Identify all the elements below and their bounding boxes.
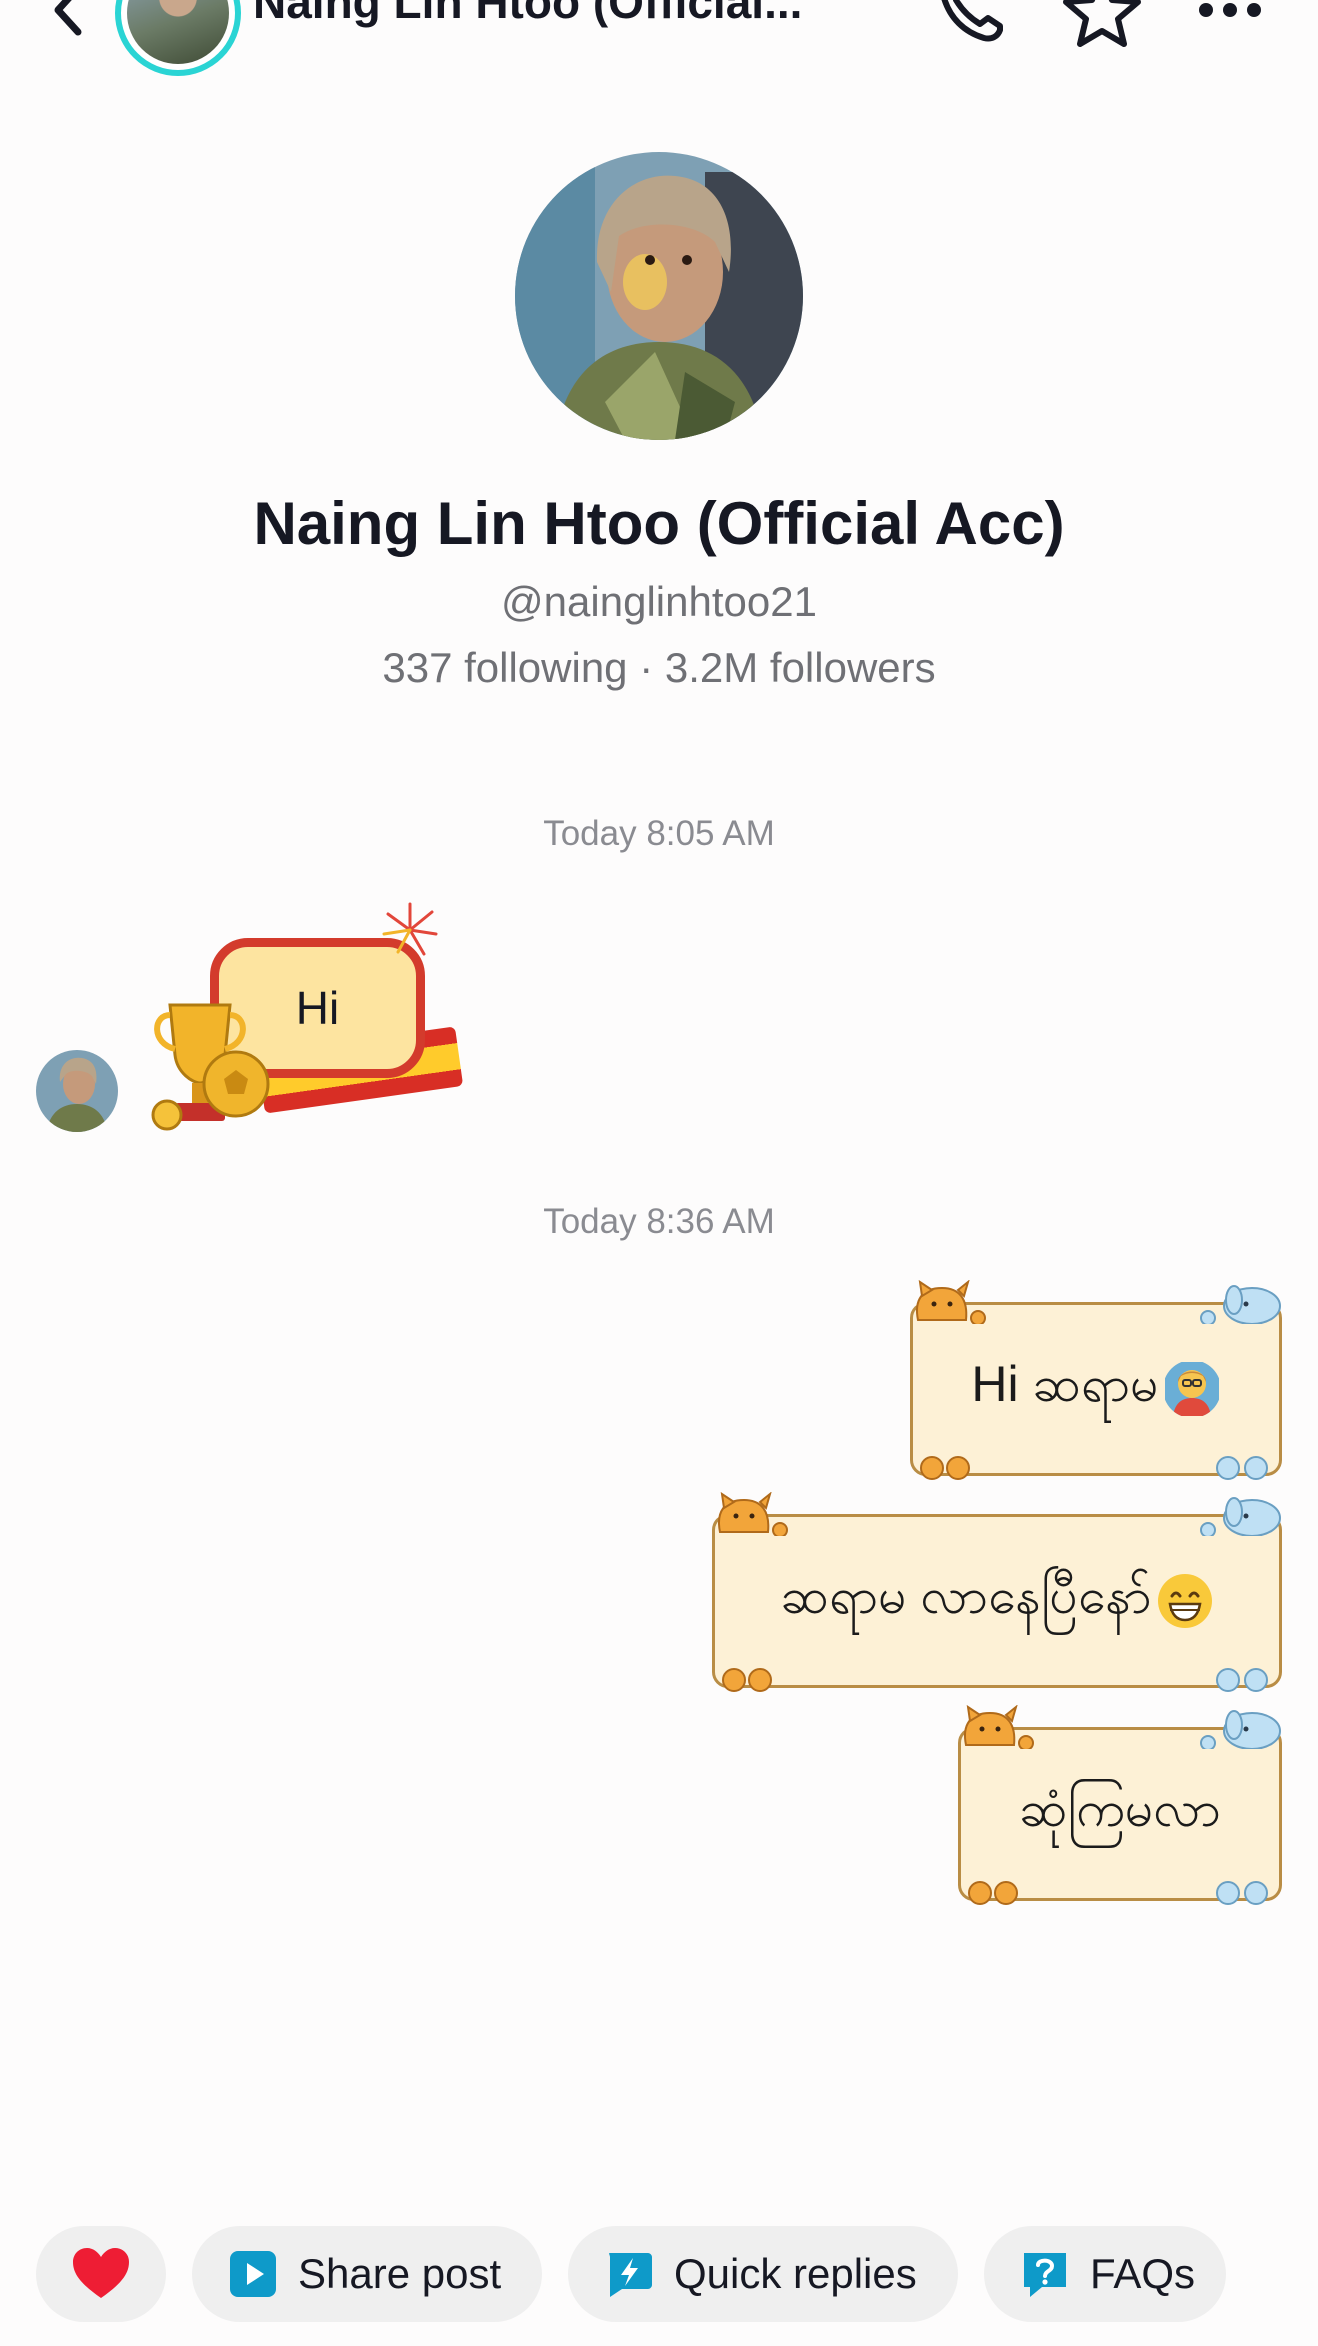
cat-icon	[964, 1705, 1034, 1749]
profile-handle: @nainglinhtoo21	[501, 578, 817, 625]
chat-header: Naing Lin Htoo (Official...	[0, 0, 1318, 80]
chevron-left-icon	[54, 0, 82, 36]
dog-icon	[1200, 1497, 1281, 1536]
share-post-button[interactable]: Share post	[192, 2226, 542, 2322]
back-button[interactable]	[40, 0, 100, 40]
quick-replies-label: Quick replies	[674, 2250, 917, 2297]
play-square-icon	[230, 2251, 276, 2297]
quick-action-bar: Share post Quick replies FAQs	[0, 2226, 1318, 2326]
cat-icon	[916, 1280, 986, 1324]
sender-avatar-image	[36, 1050, 118, 1132]
paw-icon	[968, 1881, 1018, 1905]
profile-photo[interactable]	[515, 152, 803, 440]
paw-icon	[920, 1456, 970, 1480]
cat-icon	[718, 1492, 788, 1536]
outgoing-sticker-message[interactable]: ဆရာမ လာနေပြီနော်	[712, 1492, 1282, 1692]
favorite-button[interactable]	[1062, 0, 1142, 50]
grinning-face-emoji-icon	[1157, 1574, 1212, 1628]
paw-icon	[1216, 1668, 1268, 1692]
phone-icon	[941, 0, 1003, 42]
profile-photo-image	[515, 152, 803, 440]
paw-icon	[1216, 1881, 1268, 1905]
message-text: Hi ဆရာမ	[971, 1355, 1159, 1412]
outgoing-sticker-message[interactable]: Hi ဆရာမ	[910, 1280, 1282, 1480]
soccer-ball-icon	[202, 1050, 270, 1118]
lightning-bubble-icon	[609, 2253, 652, 2297]
chat-screen: Naing Lin Htoo (Official... Naing Lin Ht…	[0, 0, 1318, 2346]
message-text: Hi	[295, 982, 340, 1034]
message-text: ဆရာမ လာနေပြီနော်	[780, 1567, 1152, 1624]
more-button[interactable]	[1190, 0, 1270, 50]
sticker-bubble: Hi ဆရာမ	[910, 1302, 1282, 1476]
paw-icon	[1216, 1456, 1268, 1480]
sender-avatar[interactable]	[36, 1050, 118, 1132]
profile-name: Naing Lin Htoo (Official Acc)	[253, 490, 1065, 557]
dog-icon	[1200, 1710, 1281, 1749]
profile-stats: 337 following · 3.2M followers	[382, 644, 936, 691]
star-icon	[1063, 0, 1141, 47]
dog-icon	[1200, 1285, 1281, 1324]
send-heart-button[interactable]	[36, 2226, 166, 2322]
sticker-bubble: ဆရာမ လာနေပြီနော်	[712, 1514, 1282, 1688]
sticker-bubble: ဆုံကြမလာ	[958, 1727, 1282, 1901]
call-button[interactable]	[930, 0, 1010, 50]
paw-icon	[722, 1668, 772, 1692]
header-avatar[interactable]	[115, 0, 241, 76]
outgoing-sticker-message[interactable]: ဆုံကြမလာ	[958, 1705, 1282, 1905]
faqs-button[interactable]: FAQs	[984, 2226, 1226, 2322]
message-text: ဆုံကြမလာ	[1019, 1780, 1221, 1837]
incoming-sticker-message[interactable]: Hi	[140, 900, 470, 1140]
message-timestamp: Today 8:36 AM	[543, 1202, 775, 1241]
teacher-emoji-icon	[1164, 1362, 1219, 1416]
chat-title[interactable]: Naing Lin Htoo (Official...	[253, 0, 853, 32]
message-timestamp: Today 8:05 AM	[543, 814, 775, 853]
share-post-label: Share post	[298, 2250, 502, 2297]
question-bubble-icon	[1024, 2253, 1066, 2297]
quick-replies-button[interactable]: Quick replies	[568, 2226, 958, 2322]
firework-icon	[382, 902, 438, 956]
more-horizontal-icon	[1199, 3, 1261, 17]
heart-icon	[73, 2248, 129, 2298]
faqs-label: FAQs	[1090, 2250, 1196, 2297]
